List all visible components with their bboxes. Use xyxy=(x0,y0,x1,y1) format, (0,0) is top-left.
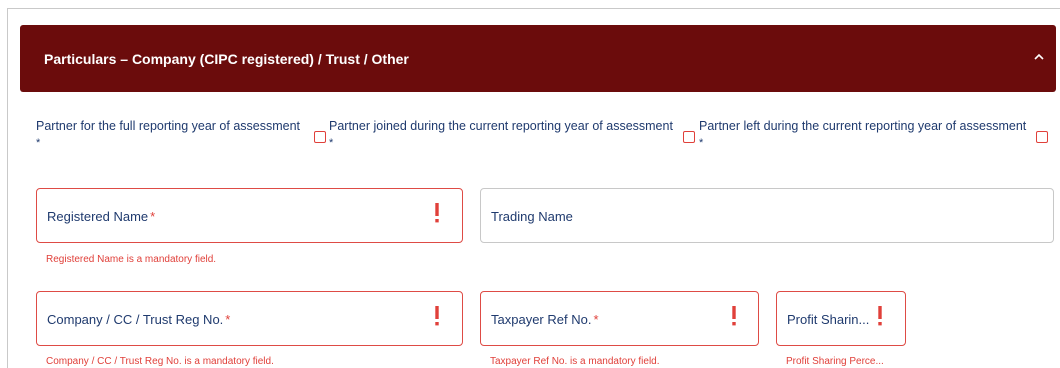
partner-left-checkbox[interactable] xyxy=(1036,131,1048,143)
exclamation-icon xyxy=(732,306,736,326)
required-marker: * xyxy=(699,137,704,149)
panel-title: Particulars – Company (CIPC registered) … xyxy=(44,50,409,67)
chevron-up-icon[interactable] xyxy=(1033,51,1045,63)
partner-full-year-option: Partner for the full reporting year of a… xyxy=(36,118,300,151)
required-marker: * xyxy=(329,137,334,149)
taxpayer-ref-label: Taxpayer Ref No. * xyxy=(491,312,599,327)
reg-no-field[interactable]: Company / CC / Trust Reg No. * xyxy=(36,291,463,346)
panel-header[interactable]: Particulars – Company (CIPC registered) … xyxy=(20,25,1056,92)
registered-name-field[interactable]: Registered Name * xyxy=(36,188,463,243)
taxpayer-ref-field[interactable]: Taxpayer Ref No. * xyxy=(480,291,759,346)
exclamation-icon xyxy=(435,306,439,326)
taxpayer-ref-error: Taxpayer Ref No. is a mandatory field. xyxy=(490,356,660,367)
partner-left-option: Partner left during the current reportin… xyxy=(699,118,1026,151)
reg-no-error: Company / CC / Trust Reg No. is a mandat… xyxy=(46,356,274,367)
reg-no-label: Company / CC / Trust Reg No. * xyxy=(47,312,231,327)
partner-joined-label: Partner joined during the current report… xyxy=(329,119,673,133)
profit-sharing-error: Profit Sharing Perce... xyxy=(786,356,884,367)
required-marker: * xyxy=(36,137,41,149)
profit-sharing-field[interactable]: Profit Sharin... xyxy=(776,291,906,346)
trading-name-label: Trading Name xyxy=(491,209,573,224)
partner-left-label: Partner left during the current reportin… xyxy=(699,119,1027,133)
partner-joined-option: Partner joined during the current report… xyxy=(329,118,673,151)
partner-full-year-label: Partner for the full reporting year of a… xyxy=(36,119,301,133)
exclamation-icon xyxy=(435,203,439,223)
partner-joined-checkbox[interactable] xyxy=(683,131,695,143)
exclamation-icon xyxy=(878,306,882,326)
registered-name-label: Registered Name * xyxy=(47,209,156,224)
profit-sharing-label: Profit Sharin... xyxy=(787,312,870,327)
partner-full-year-checkbox[interactable] xyxy=(314,131,326,143)
trading-name-field[interactable]: Trading Name xyxy=(480,188,1054,243)
registered-name-error: Registered Name is a mandatory field. xyxy=(46,254,217,265)
